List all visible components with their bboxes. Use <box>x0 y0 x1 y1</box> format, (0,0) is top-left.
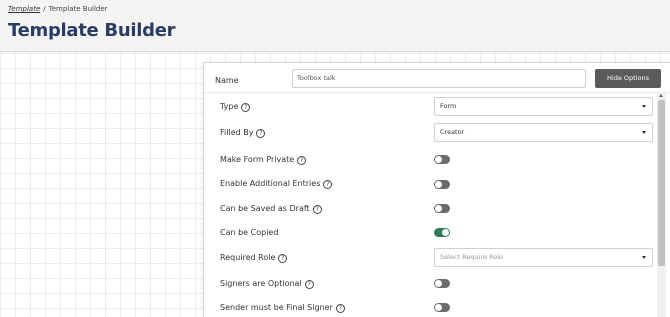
chevron-down-icon <box>642 256 646 259</box>
toggle-knob <box>435 181 442 188</box>
question-circle-icon[interactable]: ? <box>312 205 322 214</box>
signers-are-optional-label: Signers are Optional? <box>220 278 314 290</box>
chevron-down-icon <box>642 131 646 134</box>
enable-additional-entries-toggle[interactable] <box>434 180 450 189</box>
required-role-label: Required Role? <box>220 252 288 264</box>
name-input[interactable]: Toolbox talk <box>292 69 586 88</box>
page-title: Template Builder <box>8 20 176 41</box>
can-be-saved-as-draft-label: Can be Saved as Draft? <box>220 203 322 215</box>
toggle-knob <box>442 229 449 236</box>
question-circle-icon[interactable]: ? <box>278 254 288 263</box>
chevron-down-icon <box>642 105 646 108</box>
sender-must-be-final-signer-toggle[interactable] <box>434 303 450 312</box>
hide-options-button[interactable]: Hide Options <box>595 69 661 88</box>
question-circle-icon[interactable]: ? <box>256 129 266 138</box>
can-be-copied-label: Can be Copied <box>220 228 279 237</box>
can-be-copied-toggle[interactable] <box>434 228 450 237</box>
question-circle-icon[interactable]: ? <box>335 304 345 313</box>
question-circle-icon[interactable]: ? <box>304 280 314 289</box>
filled-by-select-value: Creator <box>440 128 465 136</box>
toggle-knob <box>435 156 442 163</box>
signers-are-optional-toggle[interactable] <box>434 279 450 288</box>
type-label: Type? <box>220 101 251 113</box>
toggle-knob <box>435 304 442 311</box>
breadcrumb: Template / Template Builder <box>8 5 108 13</box>
filled-by-label: Filled By? <box>220 127 266 139</box>
question-circle-icon[interactable]: ? <box>323 180 333 189</box>
scrollbar-thumb[interactable] <box>658 100 665 266</box>
breadcrumb-current: Template Builder <box>48 5 108 13</box>
breadcrumb-separator: / <box>43 5 46 13</box>
sender-must-be-final-signer-label: Sender must be Final Signer? <box>220 302 345 314</box>
make-form-private-toggle[interactable] <box>434 155 450 164</box>
required-role-placeholder: Select Require Role <box>440 253 503 261</box>
type-select[interactable]: Form <box>434 97 653 116</box>
toggle-knob <box>435 205 442 212</box>
enable-additional-entries-label: Enable Additional Entries? <box>220 178 333 190</box>
page-header: Template / Template Builder Template Build… <box>0 0 670 52</box>
name-row: Name Toolbox talk Hide Options <box>204 63 670 93</box>
question-circle-icon[interactable]: ? <box>297 156 307 165</box>
question-circle-icon[interactable]: ? <box>241 103 251 112</box>
make-form-private-label: Make Form Private? <box>220 154 307 166</box>
scroll-up-arrow-icon[interactable] <box>659 94 663 97</box>
toggle-knob <box>435 280 442 287</box>
name-label: Name <box>215 76 239 85</box>
can-be-saved-as-draft-toggle[interactable] <box>434 204 450 213</box>
required-role-select[interactable]: Select Require Role <box>434 248 653 267</box>
breadcrumb-link-template[interactable]: Template <box>8 5 40 13</box>
filled-by-select[interactable]: Creator <box>434 123 653 142</box>
panel-scrollbar[interactable] <box>657 92 666 317</box>
template-options-panel: Name Toolbox talk Hide Options Type? For… <box>203 62 670 317</box>
type-select-value: Form <box>440 102 457 110</box>
